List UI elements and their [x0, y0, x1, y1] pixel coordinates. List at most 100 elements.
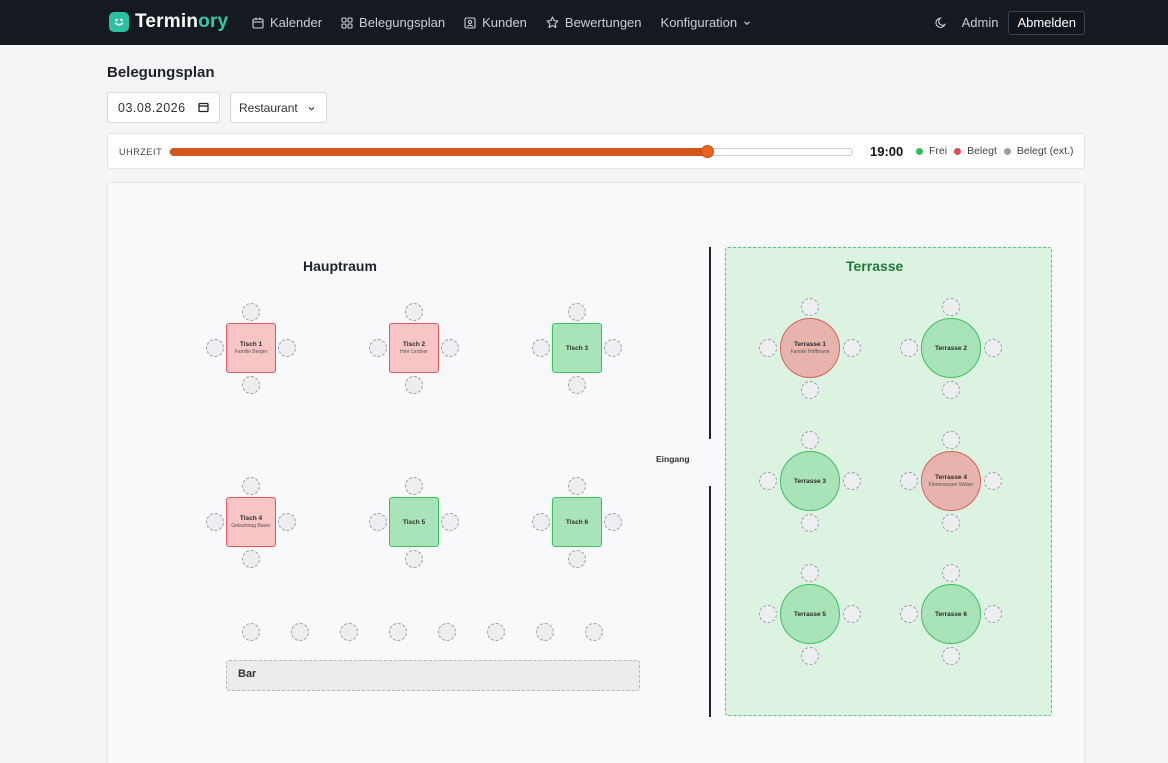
seat: [759, 339, 777, 357]
table-guest: Herr Lindner: [400, 349, 428, 355]
page-title: Belegungsplan: [107, 64, 215, 81]
seat: [942, 298, 960, 316]
nav-konfiguration[interactable]: Konfiguration: [661, 15, 753, 30]
seat: [942, 514, 960, 532]
smiley-logo-icon: [109, 12, 129, 32]
seat: [568, 477, 586, 495]
chevron-down-icon: [744, 20, 751, 25]
nav-right: Admin Abmelden: [935, 0, 1085, 45]
table-guest: Familie Berger: [234, 349, 268, 355]
legend-label-belegt-ext: Belegt (ext.): [1016, 145, 1074, 157]
table-guest: Firmenessen Weber: [928, 482, 974, 488]
nav-kunden-label: Kunden: [482, 15, 527, 30]
seat: [759, 605, 777, 623]
table-name: Terrasse 3: [793, 477, 827, 485]
bar-label: Bar: [238, 668, 257, 680]
seat: [405, 376, 423, 394]
seat: [405, 303, 423, 321]
table-terrasse-1[interactable]: Terrasse 1 Familie Hoffmann: [780, 318, 840, 378]
table-name: Terrasse 4: [934, 474, 968, 481]
seat: [942, 381, 960, 399]
seat: [942, 564, 960, 582]
nav-bewertungen[interactable]: Bewertungen: [546, 15, 642, 30]
nav-kalender-label: Kalender: [270, 15, 323, 30]
seat: [242, 550, 260, 568]
brand-suffix: ory: [198, 11, 229, 32]
seat: [801, 431, 819, 449]
seat: [242, 303, 260, 321]
table-name: Terrasse 1: [793, 341, 827, 348]
seat: [242, 376, 260, 394]
table-tisch-3[interactable]: Tisch 3: [552, 323, 602, 373]
seat: [278, 513, 296, 531]
grid-icon: [341, 16, 353, 29]
seat: [984, 605, 1002, 623]
nav-kunden[interactable]: Kunden: [464, 15, 527, 30]
table-name: Tisch 2: [402, 341, 426, 348]
date-value: 03.08.2026: [118, 100, 186, 115]
seat: [604, 339, 622, 357]
table-tisch-1[interactable]: Tisch 1 Familie Berger: [226, 323, 276, 373]
seat: [568, 376, 586, 394]
seat: [900, 339, 918, 357]
time-slider[interactable]: [169, 145, 853, 158]
table-name: Terrasse 2: [934, 344, 968, 352]
table-tisch-2[interactable]: Tisch 2 Herr Lindner: [389, 323, 439, 373]
bar-stool: [536, 623, 554, 641]
table-name: Terrasse 5: [793, 610, 827, 618]
seat: [405, 477, 423, 495]
time-slider-thumb[interactable]: [700, 145, 714, 158]
table-terrasse-4[interactable]: Terrasse 4 Firmenessen Weber: [921, 451, 981, 511]
time-value: 19:00: [870, 144, 904, 159]
table-terrasse-2[interactable]: Terrasse 2: [921, 318, 981, 378]
date-field[interactable]: 03.08.2026: [107, 92, 220, 123]
nav-belegungsplan[interactable]: Belegungsplan: [341, 15, 445, 30]
seat: [242, 477, 260, 495]
legend-dot-belegt: [954, 147, 962, 155]
seat: [801, 514, 819, 532]
calendar-icon: [252, 17, 264, 29]
legend-belegt-ext: Belegt (ext.): [1003, 145, 1074, 157]
main-room-title: Hauptraum: [303, 258, 377, 274]
app-logo[interactable]: Terminory: [109, 11, 228, 33]
seat: [532, 339, 550, 357]
table-guest: Geburtstag Bauer: [231, 523, 271, 529]
table-name: Tisch 3: [565, 344, 589, 352]
table-terrasse-3[interactable]: Terrasse 3: [780, 451, 840, 511]
legend-belegt: Belegt: [954, 145, 997, 157]
legend-frei: Frei: [916, 145, 947, 157]
bar-counter[interactable]: Bar: [226, 660, 640, 691]
legend-label-belegt: Belegt: [967, 145, 997, 157]
seat: [405, 550, 423, 568]
bar-stool: [242, 623, 260, 641]
time-bar: UHRZEIT 19:00 Frei Belegt Belegt (ext.): [107, 133, 1085, 169]
status-legend: Frei Belegt Belegt (ext.): [916, 145, 1073, 157]
seat: [900, 472, 918, 490]
table-terrasse-6[interactable]: Terrasse 6: [921, 584, 981, 644]
location-value: Restaurant: [239, 100, 298, 115]
table-tisch-6[interactable]: Tisch 6: [552, 497, 602, 547]
calendar-picker-icon[interactable]: [198, 102, 209, 113]
star-icon: [546, 16, 559, 29]
table-tisch-5[interactable]: Tisch 5: [389, 497, 439, 547]
table-guest: Familie Hoffmann: [790, 349, 830, 355]
table-name: Tisch 5: [402, 518, 426, 526]
seat: [843, 339, 861, 357]
location-select[interactable]: Restaurant: [230, 92, 327, 123]
seat: [900, 605, 918, 623]
seat: [441, 513, 459, 531]
seat: [984, 472, 1002, 490]
nav-bewertungen-label: Bewertungen: [564, 15, 642, 30]
table-tisch-4[interactable]: Tisch 4 Geburtstag Bauer: [226, 497, 276, 547]
time-label: UHRZEIT: [119, 147, 163, 157]
table-terrasse-5[interactable]: Terrasse 5: [780, 584, 840, 644]
nav-belegungsplan-label: Belegungsplan: [359, 15, 446, 30]
moon-icon[interactable]: [935, 16, 948, 29]
nav-kalender[interactable]: Kalender: [252, 15, 322, 30]
seat: [759, 472, 777, 490]
seat: [984, 339, 1002, 357]
logout-button[interactable]: Abmelden: [1008, 10, 1085, 35]
top-navbar: Terminory Kalender Belegungsplan Kunden …: [0, 0, 1168, 45]
seat: [369, 339, 387, 357]
seat: [801, 381, 819, 399]
